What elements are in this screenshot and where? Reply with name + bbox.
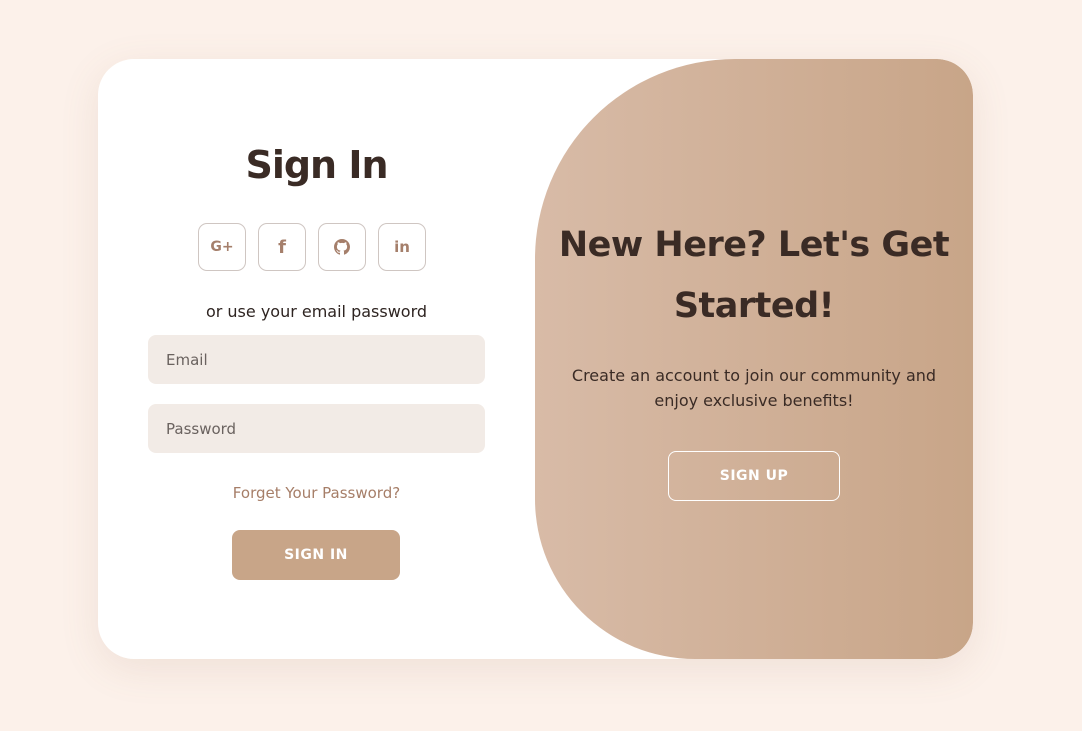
auth-card: Sign In G+ f in or use your email passwo… (98, 59, 973, 659)
linkedin-icon: in (394, 238, 410, 256)
facebook-button[interactable]: f (258, 223, 306, 271)
github-button[interactable] (318, 223, 366, 271)
sign-up-button[interactable]: SIGN UP (668, 451, 840, 501)
email-field[interactable] (148, 335, 485, 384)
forgot-password-link[interactable]: Forget Your Password? (98, 484, 535, 502)
google-plus-icon: G+ (210, 239, 234, 255)
password-field[interactable] (148, 404, 485, 453)
email-password-hint: or use your email password (205, 302, 428, 321)
signin-panel: Sign In G+ f in or use your email passwo… (98, 59, 535, 659)
signup-description: Create an account to join our community … (571, 366, 937, 410)
signup-title: New Here? Let's Get Started! (558, 225, 950, 326)
linkedin-button[interactable]: in (378, 223, 426, 271)
signup-panel: New Here? Let's Get Started! Create an a… (535, 59, 973, 659)
google-plus-button[interactable]: G+ (198, 223, 246, 271)
github-icon (334, 239, 350, 255)
signin-title: Sign In (245, 143, 388, 187)
facebook-icon: f (278, 236, 286, 258)
social-login-row: G+ f in (198, 223, 426, 271)
sign-in-button[interactable]: SIGN IN (232, 530, 400, 580)
